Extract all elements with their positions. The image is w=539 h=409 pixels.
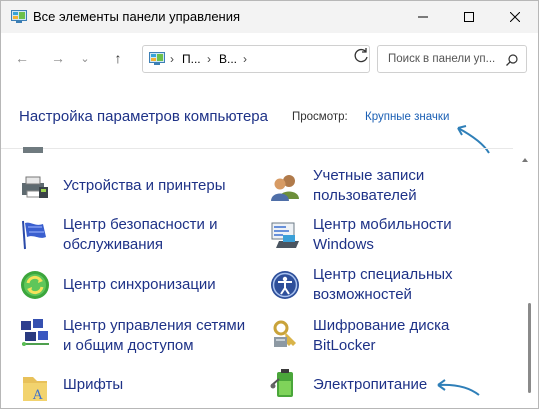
- item-label[interactable]: Центр синхронизации: [63, 275, 253, 295]
- maximize-icon: [464, 12, 474, 22]
- mobility-icon: [271, 222, 299, 248]
- arrow-up-icon: ↑: [114, 50, 122, 66]
- item-label[interactable]: Центр управления сетями и общим доступом: [63, 316, 253, 356]
- back-button[interactable]: ←: [9, 45, 35, 71]
- address-bar[interactable]: › П... › В... ›: [142, 45, 503, 73]
- arrow-left-icon: ←: [15, 50, 29, 66]
- item-label[interactable]: Устройства и принтеры: [63, 176, 253, 196]
- search-box[interactable]: Поиск в панели уп...: [377, 45, 527, 73]
- item-label[interactable]: Центр мобильности Windows: [313, 215, 503, 255]
- minimize-icon: [418, 16, 428, 18]
- breadcrumb-item[interactable]: П...: [182, 52, 201, 66]
- svg-text:A: A: [32, 388, 43, 403]
- close-icon: [510, 12, 520, 22]
- page-title: Настройка параметров компьютера: [19, 108, 268, 125]
- arrow-right-icon: →: [51, 50, 65, 66]
- window-title: Все элементы панели управления: [33, 9, 241, 24]
- sync-icon: [21, 271, 49, 299]
- breadcrumb-separator-icon: ›: [207, 52, 211, 66]
- printer-icon: [22, 176, 48, 198]
- up-button[interactable]: ↑: [105, 45, 131, 71]
- item-label[interactable]: Учетные записи пользователей: [313, 166, 503, 206]
- item-label[interactable]: Шрифты: [63, 375, 253, 395]
- maximize-button[interactable]: [446, 1, 492, 33]
- chevron-down-icon: ⌄: [80, 52, 90, 65]
- refresh-icon: [354, 48, 368, 63]
- power-icon: [270, 369, 293, 397]
- recent-locations-button[interactable]: ⌄: [75, 45, 95, 71]
- view-mode-link[interactable]: Крупные значки: [365, 111, 449, 123]
- control-panel-icon: [149, 52, 165, 71]
- accessibility-icon: [271, 271, 299, 299]
- bitlocker-icon: [273, 320, 296, 347]
- scroll-up-icon[interactable]: [519, 155, 531, 165]
- flag-icon: [22, 220, 46, 250]
- breadcrumb-separator-icon: ›: [243, 52, 247, 66]
- scrollbar-thumb[interactable]: [528, 303, 531, 393]
- users-icon: [271, 175, 299, 201]
- search-input[interactable]: Поиск в панели уп...: [388, 53, 495, 65]
- item-label[interactable]: Центр безопасности и обслуживания: [63, 215, 253, 255]
- partial-item-icon: [23, 147, 43, 153]
- item-label[interactable]: Шифрование диска BitLocker: [313, 316, 503, 356]
- forward-button[interactable]: →: [45, 45, 71, 71]
- search-icon: [506, 53, 518, 71]
- annotation-arrow-icon: [437, 379, 480, 396]
- title-bar: Все элементы панели управления: [1, 1, 538, 33]
- breadcrumb-separator-icon: ›: [170, 52, 174, 66]
- fonts-icon: A: [23, 377, 47, 403]
- items-panel: Устройства и принтеры Центр безопасности…: [1, 147, 513, 408]
- view-label: Просмотр:: [292, 111, 348, 123]
- breadcrumb-item[interactable]: В...: [219, 52, 237, 66]
- control-panel-window: Все элементы панели управления ← → ⌄ ↑ ›…: [0, 0, 539, 409]
- network-icon: [21, 319, 49, 346]
- close-button[interactable]: [492, 1, 538, 33]
- minimize-button[interactable]: [400, 1, 446, 33]
- item-label[interactable]: Центр специальных возможностей: [313, 265, 503, 305]
- refresh-button[interactable]: [350, 45, 372, 67]
- control-panel-icon: [11, 10, 27, 29]
